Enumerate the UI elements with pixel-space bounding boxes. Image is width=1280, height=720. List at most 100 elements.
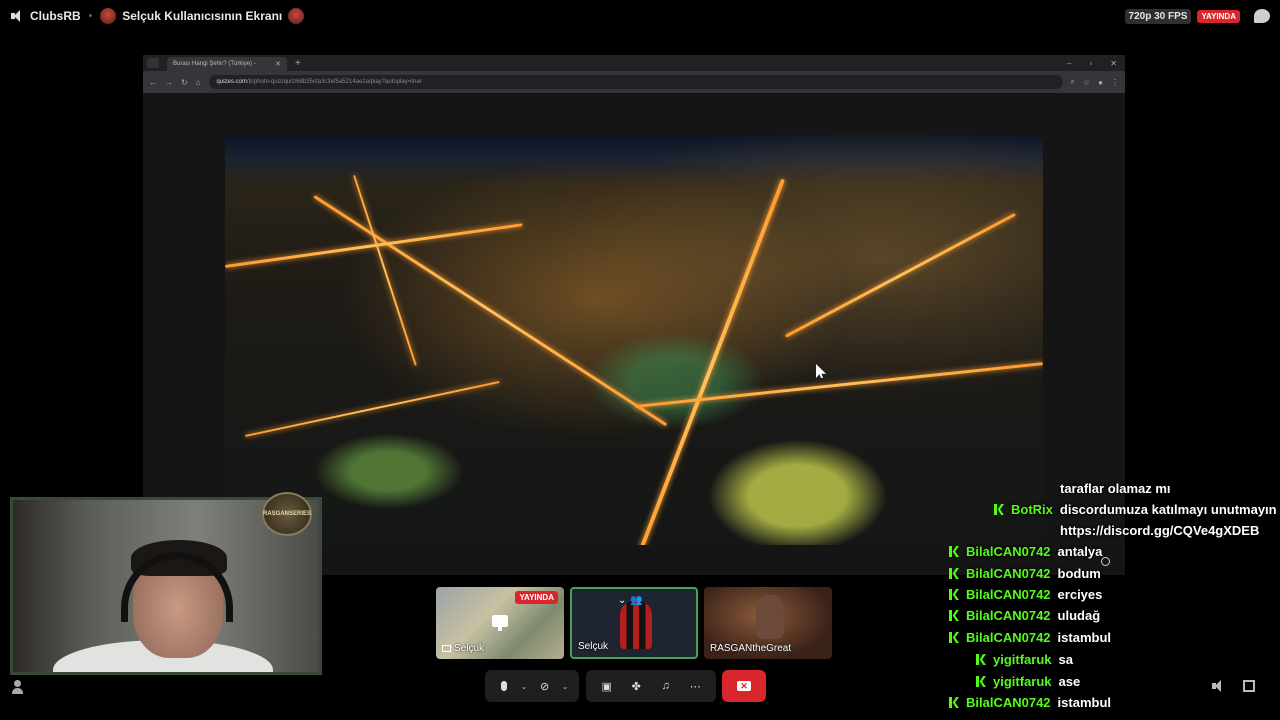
user-avatar [100, 8, 117, 24]
url-path: /tr/photo-quiz/quiz/68b35cfa3c3ef5a5214a… [246, 79, 422, 85]
url-input[interactable]: quizes.com /tr/photo-quiz/quiz/68b35cfa3… [208, 75, 1063, 89]
back-icon[interactable]: ← [149, 78, 157, 87]
browser-menu-icon[interactable]: ⋮ [1111, 78, 1119, 87]
reload-icon[interactable]: ↻ [181, 78, 188, 87]
stream-info: Selçuk Kullanıcısının Ekranı [100, 8, 305, 24]
user-avatar-secondary [288, 8, 305, 24]
kick-badge-icon [976, 654, 986, 665]
mic-options-chevron-icon[interactable]: ⌄ [521, 682, 528, 691]
camera-options-chevron-icon[interactable]: ⌄ [562, 682, 569, 691]
participant-avatar [620, 601, 652, 649]
chat-bubble-icon[interactable] [1254, 9, 1270, 23]
chat-username[interactable]: BilalCAN0742 [966, 544, 1051, 559]
chat-username[interactable]: BilalCAN0742 [966, 587, 1051, 602]
browser-tab[interactable]: Burası Hangi Şehir? (Türkiye) - ✕ [167, 57, 287, 71]
people-icon[interactable]: 👥 [630, 595, 642, 606]
leave-call-button[interactable]: ✕ [722, 670, 766, 702]
chat-text: ase [1058, 674, 1081, 689]
chat-message: yigitfaruk sa [976, 652, 1073, 667]
top-bar: ClubsRB • Selçuk Kullanıcısının Ekranı 7… [0, 0, 1280, 32]
live-badge: YAYINDA [1197, 9, 1240, 23]
more-options-button[interactable]: ⋯ [687, 678, 703, 694]
participant-tile-screen[interactable]: YAYINDA Selçuk [436, 587, 564, 659]
chat-username[interactable]: BilalCAN0742 [966, 630, 1051, 645]
speaker-icon [10, 9, 24, 23]
chat-text: istambul [1057, 695, 1112, 710]
add-user-icon[interactable] [12, 680, 26, 694]
screen-share-button[interactable]: ▣ [599, 678, 615, 694]
camera-off-icon: ⊘ [539, 680, 550, 693]
volume-icon[interactable] [1212, 680, 1224, 692]
chat-message: taraflar olamaz mı [1060, 481, 1171, 496]
chat-text: uludağ [1057, 608, 1101, 623]
kick-badge-icon [949, 589, 959, 600]
activities-icon: ✤ [631, 680, 641, 693]
bookmark-star-icon[interactable]: ☆ [1083, 78, 1090, 87]
chat-message: BilalCAN0742 antalya [949, 544, 1102, 559]
chat-username[interactable]: BilalCAN0742 [966, 608, 1051, 623]
activities-button[interactable]: ✤ [628, 678, 644, 694]
tile-overlay: ⌄ 👥 [618, 595, 643, 606]
chat-text: taraflar olamaz mı [1060, 481, 1171, 496]
monitor-icon [492, 615, 508, 631]
kick-badge-icon [949, 632, 959, 643]
participant-name: Selçuk [578, 641, 609, 652]
participant-tile[interactable]: RASGANtheGreat [704, 587, 832, 659]
kick-badge-icon [994, 504, 1004, 515]
zoom-lens-icon[interactable]: ⌕ [1071, 77, 1075, 87]
chat-message: BilalCAN0742 istambul [949, 695, 1111, 710]
minimize-icon[interactable]: – [1067, 59, 1071, 68]
kick-badge-icon [949, 697, 959, 708]
chat-username[interactable]: yigitfaruk [993, 652, 1052, 667]
microphone-icon [500, 681, 507, 691]
profile-icon[interactable]: ● [1098, 78, 1103, 87]
soundboard-button[interactable]: ♫ [658, 678, 674, 694]
separator-dot: • [88, 10, 93, 22]
activity-controls: ▣ ✤ ♫ ⋯ [586, 670, 716, 702]
microphone-button[interactable] [496, 678, 512, 694]
chat-username[interactable]: yigitfaruk [993, 674, 1052, 689]
chat-link[interactable]: https://discord.gg/CQVe4gXDEB [1060, 523, 1259, 538]
screen-share-icon: ▣ [601, 680, 612, 693]
kick-badge-icon [949, 568, 959, 579]
chat-username[interactable]: BilalCAN0742 [966, 695, 1051, 710]
channel-name: ClubsRB [30, 9, 81, 23]
quiz-city-photo [225, 135, 1043, 545]
chevron-down-icon[interactable]: ⌄ [618, 595, 626, 606]
chat-text: istambul [1057, 630, 1112, 645]
tile-live-badge: YAYINDA [515, 591, 558, 604]
tab-close-icon[interactable]: ✕ [275, 60, 281, 68]
chat-text: bodum [1057, 566, 1101, 581]
new-tab-icon[interactable]: + [295, 58, 301, 69]
participant-name: Selçuk [454, 643, 485, 654]
quality-badge: 720p 30 FPS [1124, 8, 1192, 24]
chat-text: antalya [1057, 544, 1103, 559]
forward-icon[interactable]: → [165, 78, 173, 87]
leave-call-icon: ✕ [737, 681, 751, 691]
screen-share-icon [442, 645, 451, 652]
participant-name: RASGANtheGreat [710, 643, 792, 654]
chat-message: BilalCAN0742 erciyes [949, 587, 1102, 602]
zoom-icon[interactable] [1101, 557, 1110, 566]
home-icon[interactable]: ⌂ [196, 78, 201, 87]
chat-message: BilalCAN0742 uludağ [949, 608, 1100, 623]
chat-message: yigitfaruk ase [976, 674, 1080, 689]
tab-search-chevron-icon[interactable] [147, 58, 159, 68]
chat-message: BilalCAN0742 bodum [949, 566, 1101, 581]
participant-tile-active[interactable]: ⌄ 👥 Selçuk [570, 587, 698, 659]
chat-username[interactable]: BotRix [1011, 502, 1053, 517]
restore-icon[interactable]: ▫ [1089, 59, 1092, 68]
chat-username[interactable]: BilalCAN0742 [966, 566, 1051, 581]
tab-title: Burası Hangi Şehir? (Türkiye) - [173, 61, 256, 67]
soundboard-icon: ♫ [661, 680, 670, 692]
more-dots-icon: ⋯ [689, 680, 701, 693]
camera-off-button[interactable]: ⊘ [537, 678, 553, 694]
exit-fullscreen-icon[interactable] [1243, 680, 1255, 692]
close-window-icon[interactable]: ✕ [1110, 59, 1117, 68]
address-bar: ← → ↻ ⌂ quizes.com /tr/photo-quiz/quiz/6… [143, 71, 1125, 93]
kick-badge-icon [949, 610, 959, 621]
kick-badge-icon [949, 546, 959, 557]
channel-logo: RASGANSERIES [262, 492, 312, 536]
chat-text: erciyes [1057, 587, 1103, 602]
channel-info[interactable]: ClubsRB [10, 9, 81, 23]
